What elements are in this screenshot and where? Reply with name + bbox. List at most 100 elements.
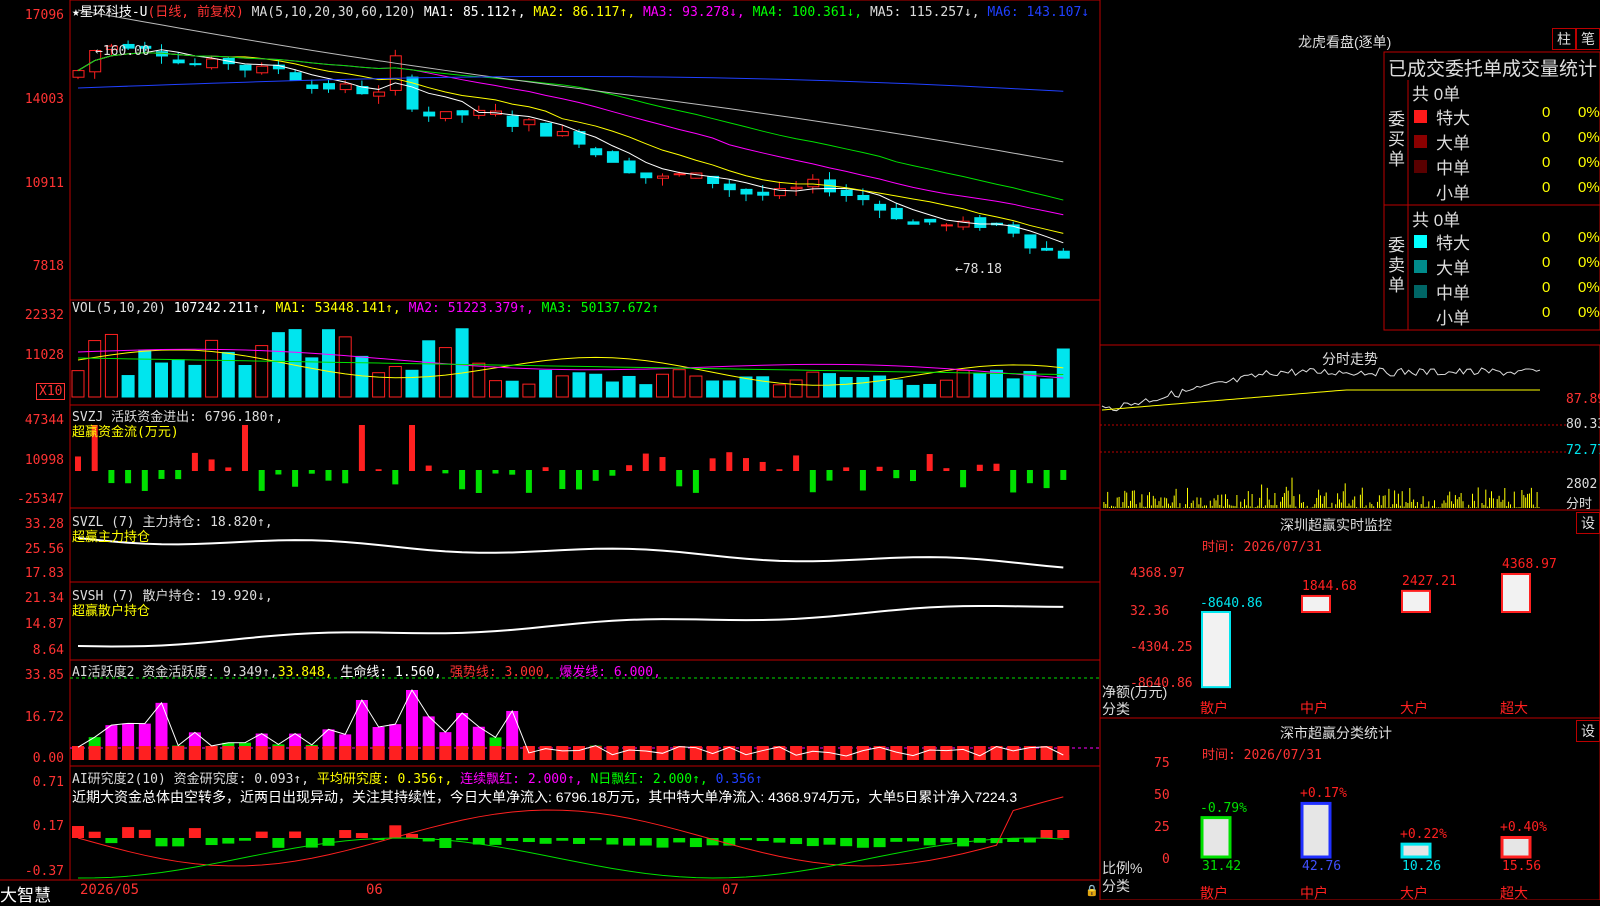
ai-research-bar: [172, 838, 185, 847]
intraday-axis-3: 72.77: [1566, 443, 1600, 458]
ai-active-base: [138, 746, 151, 760]
buy-row-swatch: [1414, 160, 1427, 173]
svzj-bar: [793, 455, 800, 471]
vol-bar: [873, 375, 887, 398]
vol-bar: [455, 328, 469, 398]
sz-monitor-value-3: 4368.97: [1502, 557, 1557, 572]
sz-monitor-value-1: 1844.68: [1302, 578, 1357, 594]
ai-active-base: [856, 746, 869, 760]
vol-ma2: MA2: 51223.379↑,: [408, 301, 534, 316]
candle-body: [590, 148, 603, 156]
candle-body: [206, 58, 219, 69]
sz-stats-settings-button[interactable]: 设: [1576, 720, 1600, 742]
ai-active-base: [122, 746, 135, 760]
vol-bar: [338, 336, 352, 398]
candle-body: [172, 59, 185, 64]
sell-row-pct: 0%: [1578, 229, 1600, 246]
candle-body: [289, 72, 302, 81]
ai-research-bar: [940, 838, 953, 843]
ai-research-bar: [506, 838, 519, 841]
candle-body: [790, 186, 803, 190]
ma1-value: MA1: 85.112↑,: [423, 5, 526, 20]
candle-body: [1057, 250, 1070, 259]
vol-ma1: MA1: 53448.141↑,: [275, 301, 401, 316]
sz-stats-bar-2: [1400, 842, 1432, 859]
main-chart-canvas[interactable]: [0, 0, 1600, 900]
svzj-sub: 超赢资金流(万元): [72, 425, 179, 440]
svzj-bar: [826, 470, 833, 481]
ai-active-life: 生命线: 1.560,: [340, 665, 442, 680]
sz-stats-cat-2: 大户: [1400, 886, 1428, 902]
sz-stats-value-2: 10.26: [1402, 859, 1442, 874]
candle-body: [523, 119, 536, 126]
ai-active-base: [1007, 746, 1020, 760]
sz-monitor-bar-2: [1401, 589, 1431, 614]
vol-header: VOL(5,10,20) 107242.211↑, MA1: 53448.141…: [72, 301, 659, 316]
ai-active-base: [907, 746, 919, 760]
svzj-bar: [659, 457, 666, 471]
ai-research-bar: [122, 827, 135, 838]
candle-body: [1041, 247, 1054, 251]
ai-research-bar: [255, 831, 268, 838]
vol-bar: [605, 381, 619, 398]
tick-mode-button[interactable]: 笔: [1576, 28, 1600, 50]
svzj-bar: [642, 453, 649, 471]
lock-icon[interactable]: 🔒: [1085, 884, 1099, 897]
period-label[interactable]: (日线, 前复权): [147, 5, 243, 20]
ai-research-bar: [72, 826, 84, 838]
svzl-axis-2: 25.56: [24, 542, 64, 557]
vol-ma3: MA3: 50137.672↑: [541, 301, 660, 316]
sz-stats-bar-1: [1300, 801, 1332, 859]
vol-bar: [739, 376, 753, 398]
vol-bar: [856, 377, 870, 398]
ai-research-bar: [806, 838, 819, 847]
candle-body: [640, 172, 653, 179]
sell-row-swatch: [1414, 285, 1427, 298]
vol-bar: [839, 377, 853, 398]
vol-bar: [555, 375, 569, 398]
sz-monitor-settings-button[interactable]: 设: [1576, 512, 1600, 534]
sz-stats-axis-4: 0: [1162, 852, 1170, 867]
vol-bar: [656, 373, 669, 398]
ai-active-base: [456, 746, 469, 760]
candle-body: [940, 224, 953, 227]
candle-body: [907, 221, 920, 225]
vol-bar: [772, 384, 786, 398]
svzj-bar: [492, 470, 499, 474]
brand-label[interactable]: 大智慧: [0, 881, 51, 906]
sz-stats-axis-1: 75: [1154, 756, 1170, 771]
bar-mode-button[interactable]: 柱: [1552, 28, 1576, 50]
lhb-title: 龙虎看盘(逐单): [1298, 34, 1392, 50]
candle-body: [556, 131, 569, 137]
ai-active-base: [88, 746, 101, 760]
stock-name[interactable]: 星环科技-U: [80, 5, 148, 20]
ai-active-base: [289, 746, 302, 760]
vol-multiplier[interactable]: X10: [36, 383, 66, 400]
sz-stats-xlabel: 分类: [1102, 878, 1130, 894]
candle-body: [540, 122, 553, 137]
buy-row-qty: 0: [1542, 154, 1551, 171]
vol-bar: [88, 340, 102, 398]
sell-row-name: 大单: [1436, 259, 1470, 278]
ai-active-base: [957, 746, 970, 760]
vol-bar: [756, 376, 770, 398]
candle-body: [623, 160, 636, 174]
sell-row-swatch: [1414, 310, 1427, 323]
svzj-bar: [158, 470, 165, 479]
min-price-marker: ←78.18: [955, 262, 1002, 277]
buy-total: 共 0单: [1412, 85, 1461, 104]
date-label-2: 06: [366, 882, 383, 898]
ai-active-base: [623, 746, 636, 760]
svzj-bar: [592, 470, 599, 481]
vol-bar: [489, 380, 502, 398]
intraday-title: 分时走势: [1322, 351, 1378, 367]
ai-active-v2: 33.848,: [277, 665, 333, 680]
buy-row-qty: 0: [1542, 104, 1551, 121]
svzj-bar: [442, 470, 449, 474]
ma5-line: [77, 49, 1064, 244]
ai-active-base: [1040, 746, 1053, 760]
ai-research-avg: 平均研究度: 0.356↑,: [316, 772, 453, 787]
ai-active-strong: 强势线: 3.000,: [449, 665, 552, 680]
ai-research-red-line: [77, 796, 1064, 867]
ai-active-base: [305, 746, 318, 760]
